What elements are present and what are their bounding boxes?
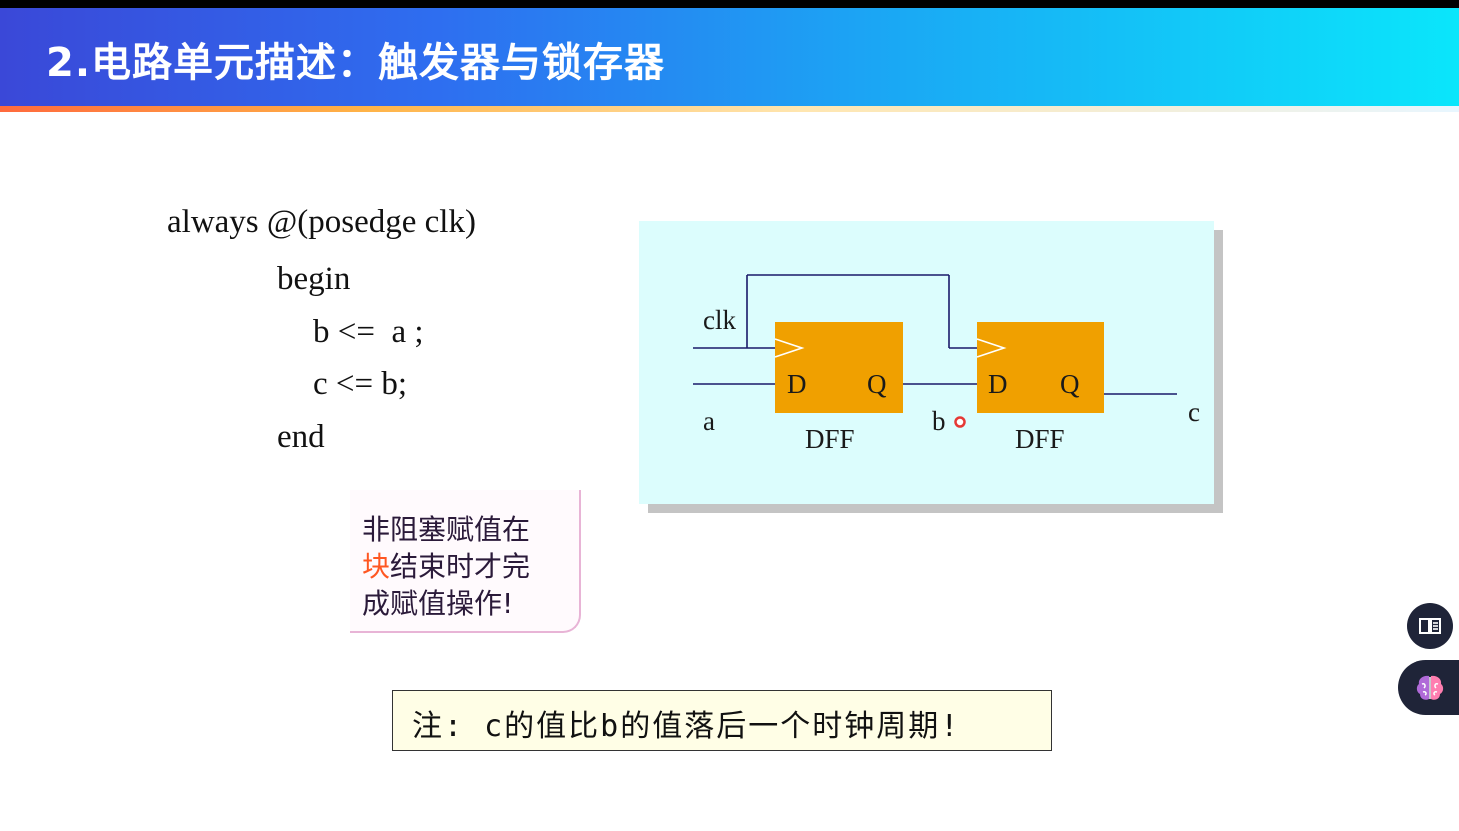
code-line-assign-b: b <= a ; — [313, 314, 424, 350]
code-line-begin: begin — [277, 261, 351, 297]
clk-label: clk — [703, 305, 736, 335]
callout-line-1: 非阻塞赋值在 — [362, 513, 531, 546]
ai-assistant-button[interactable] — [1398, 660, 1459, 715]
callout-highlight: 块 — [362, 550, 391, 583]
title-underline — [0, 106, 1459, 112]
note-text: 注: c的值比b的值落后一个时钟周期! — [412, 709, 961, 744]
brain-icon — [1416, 675, 1444, 700]
dff1-d-label: D — [787, 369, 807, 399]
reader-button[interactable] — [1407, 603, 1453, 649]
code-line-assign-c: c <= b; — [313, 366, 408, 402]
c-label: c — [1188, 397, 1200, 427]
code-line-always: always @(posedge clk) — [167, 204, 476, 240]
dff2-block — [977, 322, 1104, 413]
book-reader-icon — [1419, 618, 1441, 634]
top-border — [0, 0, 1459, 8]
pointer-dot-icon — [954, 416, 966, 428]
code-line-end: end — [277, 419, 325, 455]
page-title: 2.电路单元描述：触发器与锁存器 — [46, 40, 666, 86]
callout-line-2-rest: 结束时才完 — [390, 550, 531, 583]
callout-line-2: 块结束时才完 — [362, 548, 530, 585]
circuit-diagram: D Q DFF D Q DFF clk a b c — [639, 221, 1214, 504]
circuit-svg: D Q DFF D Q DFF clk a b c — [693, 274, 1200, 454]
dff1-q-label: Q — [867, 369, 887, 399]
a-label: a — [703, 406, 715, 436]
dff1-name-label: DFF — [805, 424, 855, 454]
dff1-block — [775, 322, 903, 413]
callout-line-3: 成赋值操作! — [362, 587, 514, 620]
callout-text: 非阻塞赋值在 块结束时才完 成赋值操作! — [362, 511, 530, 622]
dff2-name-label: DFF — [1015, 424, 1065, 454]
dff2-d-label: D — [988, 369, 1008, 399]
dff2-q-label: Q — [1060, 369, 1080, 399]
b-label: b — [932, 406, 946, 436]
